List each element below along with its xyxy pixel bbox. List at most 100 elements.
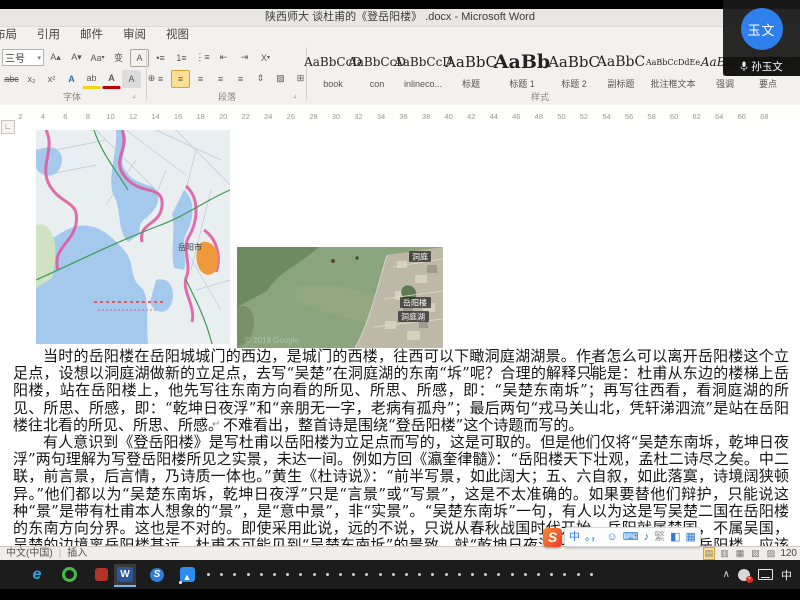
taskbar-dot [563, 573, 566, 576]
word-taskbar-icon[interactable]: W [114, 564, 136, 587]
taskbar-dot [471, 573, 474, 576]
notification-badge-icon[interactable]: × [738, 569, 750, 581]
red-app-taskbar-icon[interactable] [90, 564, 112, 585]
ime-toolbox-icon[interactable]: ▦ [686, 528, 696, 546]
meeting-overlay[interactable]: 玉文 孙玉文 [723, 0, 800, 76]
taskbar-dot [379, 573, 382, 576]
taskbar: e W S ▲ ∧ × 中 [0, 560, 800, 589]
paragraph-1[interactable]: 当时的岳阳楼在岳阳城城门的西边，是城门的西楼，往西可以下瞰洞庭湖湖景。作者怎么可… [13, 348, 789, 434]
print-layout-view-button[interactable]: ▤ [703, 547, 716, 560]
fullscreen-view-button[interactable]: ▥ [718, 547, 731, 560]
taskbar-dot [260, 573, 263, 576]
horizontal-ruler[interactable]: 2468101214161820222426283032343638404244… [0, 105, 800, 120]
ime-traditional-toggle[interactable]: 繁 [654, 528, 665, 546]
taskbar-dot [497, 573, 500, 576]
tab-mailings[interactable]: 邮件 [70, 27, 113, 44]
taskbar-dot [326, 573, 329, 576]
align-center-button[interactable]: ≡ [171, 70, 190, 88]
line-spacing-button[interactable]: ⇕ [251, 70, 270, 88]
ime-voice-icon[interactable]: ♪ [644, 528, 650, 546]
document-page[interactable]: 岳阳市 洞庭 岳阳楼 洞庭湖 © 2018 Google 当时的岳阳 [0, 119, 800, 546]
ime-indicator[interactable]: 中 [781, 567, 792, 583]
ime-keyboard-icon[interactable]: ⌨ [623, 528, 639, 546]
font-group-label: 字体 [0, 90, 144, 103]
taskbar-dot [339, 573, 342, 576]
tab-layout[interactable]: 布局 [0, 27, 27, 44]
align-right-button[interactable]: ≡ [191, 70, 210, 88]
taskbar-dot [577, 573, 580, 576]
map-image[interactable]: 岳阳市 [36, 130, 230, 344]
strikethrough-button[interactable]: abc [2, 70, 21, 88]
language-status[interactable]: 中文(中国) [6, 547, 53, 560]
taskbar-dot [273, 573, 276, 576]
taskbar-dot [233, 573, 236, 576]
insert-mode-status[interactable]: 插入 [67, 547, 87, 560]
taskbar-dot [352, 573, 355, 576]
svg-text:岳阳楼: 岳阳楼 [403, 298, 427, 308]
styles-gallery: AaBbCcDbook AaBbCcDcon AaBbCcDinlineco..… [310, 46, 788, 90]
ime-skin-icon[interactable]: ◧ [670, 528, 680, 546]
style-item[interactable]: AaBb标题 1 [494, 46, 550, 90]
paragraph-group-label: 段落 [150, 90, 304, 103]
svg-text:洞庭: 洞庭 [412, 252, 428, 262]
phonetic-guide-icon[interactable]: 变 [109, 49, 128, 67]
edge-taskbar-icon[interactable]: e [26, 564, 48, 585]
tab-review[interactable]: 审阅 [113, 27, 156, 44]
zoom-level[interactable]: 120 [780, 547, 797, 560]
taskbar-dot [431, 573, 434, 576]
ime-language-toggle[interactable]: 中 [569, 528, 580, 546]
justify-button[interactable]: ≡ [211, 70, 230, 88]
decrease-indent-button[interactable]: ⇤ [214, 49, 233, 67]
change-case-button[interactable]: Aa▾ [88, 49, 107, 67]
style-item[interactable]: AaBbCcDdEe批注框文本 [644, 46, 702, 90]
styles-group-label: 样式 [310, 90, 770, 103]
satellite-label-dongting: 洞庭 [409, 251, 431, 262]
text-effects-button[interactable]: A [62, 70, 81, 88]
web-layout-view-button[interactable]: ▦ [734, 547, 747, 560]
font-color-button[interactable]: A [102, 69, 121, 89]
outline-view-button[interactable]: ▧ [749, 547, 762, 560]
grow-font-button[interactable]: A▴ [46, 49, 65, 67]
ime-emoji-icon[interactable]: ☺ [607, 528, 618, 546]
style-item[interactable]: AaBbC标题 [448, 46, 494, 90]
tray-expand-icon[interactable]: ∧ [723, 569, 730, 580]
tab-references[interactable]: 引用 [27, 27, 70, 44]
ime-toolbar[interactable]: S 中 。， ☺ ⌨ ♪ 繁 ◧ ▦ [543, 527, 701, 547]
align-left-button[interactable]: ≡ [151, 70, 170, 88]
sogou-logo-icon[interactable]: S [543, 528, 562, 547]
tab-view[interactable]: 视图 [156, 27, 199, 44]
touch-keyboard-icon[interactable] [758, 569, 773, 580]
numbering-button[interactable]: 1≡ [172, 49, 191, 67]
bullets-button[interactable]: •≡ [151, 49, 170, 67]
taskbar-dot [365, 573, 368, 576]
highlight-color-button[interactable]: ab [82, 69, 101, 89]
paragraph-dialog-launcher-icon[interactable]: ⌟ [293, 90, 297, 99]
sogou-taskbar-icon[interactable]: S [146, 564, 168, 585]
multilevel-list-button[interactable]: ⋮≡ [193, 49, 212, 67]
taskbar-dot [524, 573, 527, 576]
superscript-button[interactable]: x² [42, 70, 61, 88]
draft-view-button[interactable]: ▨ [765, 547, 778, 560]
browser-360-taskbar-icon[interactable] [58, 564, 80, 585]
asian-layout-button[interactable]: X▾ [256, 49, 275, 67]
svg-text:洞庭湖: 洞庭湖 [401, 312, 425, 322]
satellite-image[interactable]: 洞庭 岳阳楼 洞庭湖 © 2018 Google [237, 247, 443, 348]
font-dialog-launcher-icon[interactable]: ⌟ [132, 90, 136, 99]
ime-punctuation-toggle[interactable]: 。， [585, 528, 602, 546]
taskbar-dot [207, 573, 210, 576]
style-item[interactable]: AaBbC标题 2 [550, 46, 598, 90]
distribute-button[interactable]: ≡ [231, 70, 250, 88]
taskbar-dot [418, 573, 421, 576]
style-item[interactable]: AaBbCcDcon [356, 46, 398, 90]
subscript-button[interactable]: x₂ [22, 70, 41, 88]
tab-stop-selector[interactable]: ∟ [1, 120, 15, 134]
style-item[interactable]: AaBbC副标题 [598, 46, 644, 90]
character-shading-button[interactable]: A [122, 70, 141, 88]
font-size-combo[interactable]: 三号▾ [2, 49, 44, 66]
style-item[interactable]: AaBbCcDinlineco... [398, 46, 448, 90]
meeting-taskbar-icon[interactable]: ▲ [176, 564, 198, 585]
shading-button[interactable]: ▨ [271, 70, 290, 88]
window-title: 陕西师大 谈杜甫的《登岳阳楼》 .docx - Microsoft Word [0, 9, 800, 27]
increase-indent-button[interactable]: ⇥ [235, 49, 254, 67]
shrink-font-button[interactable]: A▾ [67, 49, 86, 67]
